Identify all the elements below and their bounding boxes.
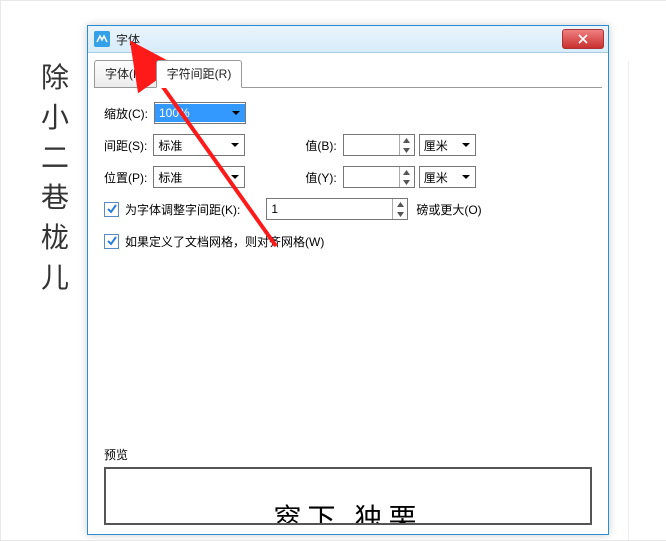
scale-combo[interactable] [154,102,246,124]
kerning-input[interactable] [267,200,407,218]
value-b-spinner[interactable] [343,134,415,156]
spin-down-icon[interactable] [400,177,414,187]
spin-down-icon[interactable] [400,145,414,155]
spin-up-icon[interactable] [400,167,414,177]
chevron-down-icon[interactable] [228,137,242,153]
app-icon [94,31,110,47]
spin-down-icon[interactable] [393,209,407,219]
spacing-label: 间距(S): [104,137,147,154]
chevron-down-icon[interactable] [459,169,473,185]
tab-font-label: 字体(N) [105,67,146,81]
snapgrid-checkbox[interactable] [104,234,119,249]
titlebar[interactable]: 字体 [88,26,608,53]
chevron-down-icon[interactable] [229,105,243,121]
spacing-combo[interactable] [153,134,245,156]
document-right-margin [628,61,666,540]
tab-char-spacing-label: 字符间距(R) [167,67,232,81]
tab-font[interactable]: 字体(N) [94,60,157,87]
kerning-checkbox[interactable] [104,202,119,217]
spin-up-icon[interactable] [400,135,414,145]
chevron-down-icon[interactable] [228,169,242,185]
snapgrid-label: 如果定义了文档网格，则对齐网格(W) [125,233,324,250]
spin-up-icon[interactable] [393,199,407,209]
preview-sample: 窣下 独栗 [273,497,422,525]
value-y-unit[interactable] [419,166,476,188]
position-combo[interactable] [153,166,245,188]
document-background-text: 除 小 二 巷 栊 儿 [41,59,69,299]
value-y-label: 值(Y): [305,169,336,186]
preview-section: 预览 窣下 独栗 [104,446,592,525]
kerning-suffix: 磅或更大(O) [416,201,481,218]
tab-strip: 字体(N) 字符间距(R) [88,53,608,87]
preview-box: 窣下 独栗 [104,467,592,525]
value-b-unit[interactable] [419,134,476,156]
value-b-label: 值(B): [305,137,336,154]
tab-char-spacing[interactable]: 字符间距(R) [156,60,243,88]
close-button[interactable] [562,29,604,49]
font-dialog: 字体 字体(N) 字符间距(R) 缩放(C): 间距(S): [87,25,609,535]
scale-label: 缩放(C): [104,105,148,122]
dialog-body: 缩放(C): 间距(S): 值(B): [88,88,608,276]
kerning-label: 为字体调整字间距(K): [125,201,240,218]
preview-label: 预览 [104,446,592,463]
value-y-spinner[interactable] [343,166,415,188]
window-title: 字体 [116,31,140,48]
position-label: 位置(P): [104,169,147,186]
kerning-spinner[interactable] [266,198,408,220]
chevron-down-icon[interactable] [459,137,473,153]
